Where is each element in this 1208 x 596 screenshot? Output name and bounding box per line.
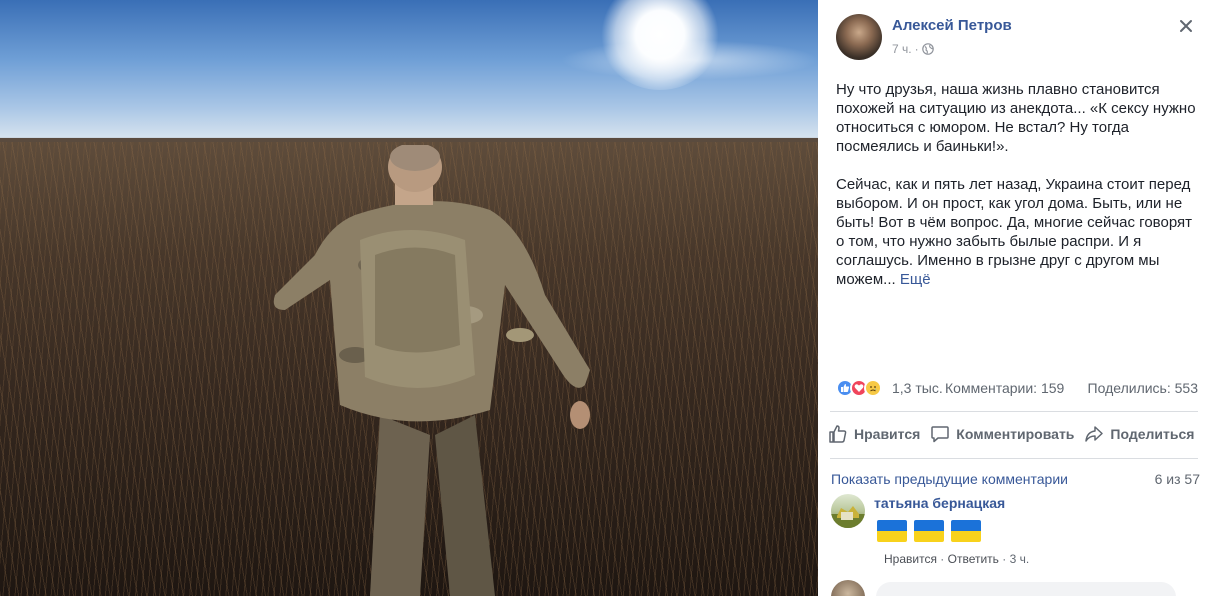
comment-separator: · <box>940 552 945 566</box>
post-stats: 1,3 тыс. Комментарии: 159 Поделились: 55… <box>836 379 1198 399</box>
post-text: Ну что друзья, наша жизнь плавно станови… <box>836 80 1196 308</box>
soldier-figure <box>273 145 590 596</box>
comment-icon <box>931 426 950 443</box>
close-icon[interactable] <box>1176 16 1196 36</box>
share-button[interactable]: Поделиться <box>1084 424 1194 444</box>
comment-label: Комментировать <box>956 426 1075 442</box>
comment-separator: · <box>1002 552 1007 566</box>
ukraine-flag-icon <box>874 516 910 546</box>
post-header: Алексей Петров 7 ч. · <box>836 14 1196 60</box>
comment-content <box>874 516 984 546</box>
thumbs-up-icon <box>829 425 847 443</box>
like-button[interactable]: Нравится <box>828 424 920 444</box>
see-more-link[interactable]: Ещё <box>900 271 931 288</box>
post-paragraph-1: Ну что друзья, наша жизнь плавно станови… <box>836 81 1196 155</box>
comment-time[interactable]: 3 ч. <box>1010 552 1030 566</box>
reaction-icons[interactable] <box>836 379 882 397</box>
share-icon <box>1085 426 1104 442</box>
comment-like-link[interactable]: Нравится <box>884 552 937 566</box>
comments-pagination: 6 из 57 <box>1154 471 1200 487</box>
ukraine-flag-icon <box>948 516 984 546</box>
globe-icon <box>921 43 934 55</box>
divider <box>830 458 1198 459</box>
author-avatar[interactable] <box>836 14 882 60</box>
share-label: Поделиться <box>1110 426 1195 442</box>
ukraine-flag-icon <box>911 516 947 546</box>
post-panel: Алексей Петров 7 ч. · Ну что друзья, наш… <box>818 0 1208 596</box>
post-paragraph-2: Сейчас, как и пять лет назад, Украина ст… <box>836 175 1196 289</box>
post-meta: 7 ч. · <box>892 42 934 56</box>
next-commenter-avatar[interactable] <box>831 580 865 596</box>
like-label: Нравится <box>854 426 921 442</box>
cloud <box>560 40 818 80</box>
commenter-avatar[interactable] <box>831 494 865 528</box>
post-time[interactable]: 7 ч. <box>892 42 912 56</box>
divider <box>830 411 1198 412</box>
post-actions: Нравится Комментировать Поделиться <box>828 422 1208 446</box>
sad-reaction-icon <box>864 379 882 397</box>
comment-button[interactable]: Комментировать <box>930 424 1074 444</box>
reactions-count[interactable]: 1,3 тыс. <box>892 380 943 396</box>
next-comment-bubble <box>876 582 1176 596</box>
post-paragraph-2-text: Сейчас, как и пять лет назад, Украина ст… <box>836 176 1192 288</box>
comment-actions: Нравится · Ответить · 3 ч. <box>884 552 1029 566</box>
commenter-name[interactable]: татьяна бернацкая <box>874 495 1005 511</box>
comment-reply-link[interactable]: Ответить <box>948 552 999 566</box>
show-previous-comments-link[interactable]: Показать предыдущие комментарии <box>831 471 1068 487</box>
meta-separator: · <box>914 42 919 56</box>
shares-count[interactable]: Поделились: 553 <box>1088 380 1198 396</box>
comments-count[interactable]: Комментарии: 159 <box>945 380 1064 396</box>
author-name[interactable]: Алексей Петров <box>892 17 1012 34</box>
post-photo[interactable] <box>0 0 818 596</box>
